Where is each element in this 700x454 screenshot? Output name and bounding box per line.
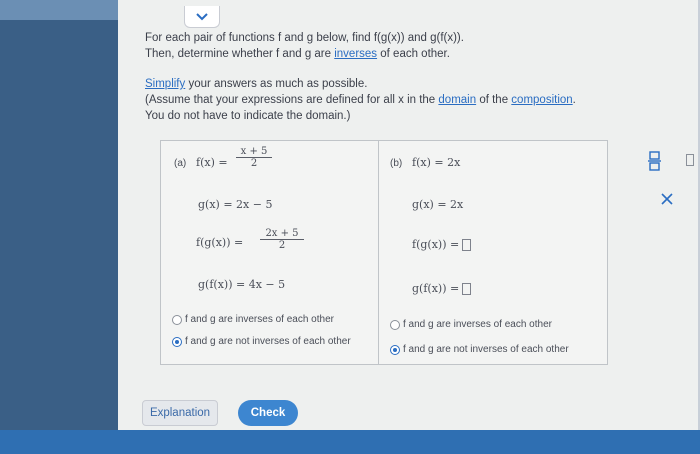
part-b-f-def: f(x) = 2x	[412, 156, 461, 169]
part-b-fg-row: f(g(x)) =	[412, 238, 472, 251]
part-a-fg-denominator: 2	[278, 240, 286, 251]
option-label: f and g are inverses of each other	[185, 314, 334, 325]
part-a-f-lhs: f(x) =	[196, 156, 228, 169]
instructions: Simplify your answers as much as possibl…	[145, 76, 625, 124]
close-icon[interactable]	[660, 192, 674, 206]
part-b-gf-input[interactable]	[462, 283, 472, 295]
answer-panel	[160, 140, 608, 365]
prompt-text: Then, determine whether f and g are	[145, 48, 335, 60]
explanation-button[interactable]: Explanation	[142, 400, 218, 426]
part-b-gf-lhs: g(f(x)) =	[412, 282, 460, 295]
prompt-line-1: For each pair of functions f and g below…	[145, 32, 464, 44]
part-b-fg-lhs: f(g(x)) =	[412, 238, 460, 251]
inverses-link[interactable]: inverses	[334, 48, 377, 60]
bottom-bar	[0, 430, 700, 454]
domain-link[interactable]: domain	[438, 94, 476, 106]
side-tab[interactable]	[686, 154, 694, 166]
no-domain-line: You do not have to indicate the domain.)	[145, 110, 351, 122]
radio-button-selected[interactable]	[172, 336, 182, 347]
prompt-line-2: Then, determine whether f and g are inve…	[145, 46, 565, 62]
part-b-label: (b)	[390, 158, 403, 169]
panel-divider	[378, 140, 379, 365]
simplify-link[interactable]: Simplify	[145, 78, 185, 90]
part-a-fg-answer[interactable]: 2x + 5 2	[260, 228, 304, 251]
simplify-line: Simplify your answers as much as possibl…	[145, 76, 625, 92]
option-label: f and g are inverses of each other	[403, 319, 552, 330]
part-b-fg-input[interactable]	[462, 239, 472, 251]
note-text: (Assume that your expressions are define…	[145, 94, 439, 106]
part-a-fg-numerator: 2x + 5	[260, 228, 304, 240]
part-b-gf-row: g(f(x)) =	[412, 282, 472, 295]
note-text: .	[572, 94, 576, 106]
fraction-tool-icon[interactable]	[645, 150, 665, 172]
part-a-f-denominator: 2	[250, 158, 258, 169]
option-label: f and g are not inverses of each other	[185, 336, 351, 347]
part-b-option-inverse[interactable]: f and g are inverses of each other	[390, 319, 552, 330]
radio-button-selected[interactable]	[390, 344, 400, 355]
part-a-f-fraction: x + 5 2	[236, 146, 272, 169]
radio-button[interactable]	[172, 314, 182, 325]
part-b-g-def: g(x) = 2x	[412, 198, 464, 211]
prompt-text: of each other.	[377, 48, 450, 60]
option-label: f and g are not inverses of each other	[403, 344, 569, 355]
radio-button[interactable]	[390, 319, 400, 330]
assume-line: (Assume that your expressions are define…	[145, 92, 625, 108]
part-a-option-not-inverse[interactable]: f and g are not inverses of each other	[172, 336, 351, 347]
collapse-button[interactable]	[184, 6, 220, 28]
composition-link[interactable]: composition	[511, 94, 572, 106]
part-b-option-not-inverse[interactable]: f and g are not inverses of each other	[390, 344, 569, 355]
part-a-g-def: g(x) = 2x − 5	[198, 198, 273, 211]
part-a-option-inverse[interactable]: f and g are inverses of each other	[172, 314, 334, 325]
check-button[interactable]: Check	[238, 400, 298, 426]
part-a-label: (a)	[174, 158, 187, 169]
part-a-gf-def[interactable]: g(f(x)) = 4x − 5	[198, 278, 285, 291]
note-text: of the	[476, 94, 512, 106]
note-text: your answers as much as possible.	[185, 78, 368, 90]
question-prompt: For each pair of functions f and g below…	[145, 30, 565, 62]
chevron-down-icon	[196, 12, 208, 20]
part-a-f-numerator: x + 5	[236, 146, 272, 158]
part-a-fg-lhs: f(g(x)) =	[196, 236, 244, 249]
